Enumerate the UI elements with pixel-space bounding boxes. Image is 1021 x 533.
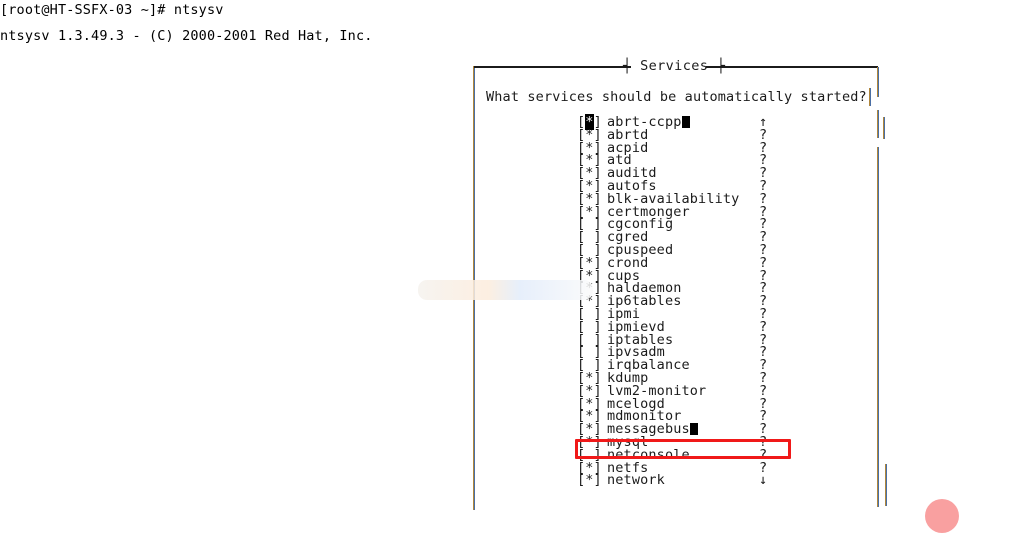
dialog-title-right-cap: ├	[716, 58, 726, 74]
terminal-prompt-line: [root@HT-SSFX-03 ~]# ntsysv	[0, 2, 224, 18]
dialog-border-top-left	[474, 66, 631, 68]
terminal-output: [root@HT-SSFX-03 ~]# ntsysv ntsysv 1.3.4…	[0, 0, 470, 44]
decoration-circle	[925, 499, 959, 533]
dialog-border-right-segment	[883, 117, 885, 139]
dialog-border-left	[473, 66, 475, 510]
ntsysv-services-dialog: ┤ Services ├ What services should be aut…	[473, 58, 887, 510]
dialog-border-right-segment	[877, 110, 879, 138]
dialog-border-right-segment	[877, 67, 879, 97]
service-name: network	[607, 472, 665, 489]
dialog-question-text: What services should be automatically st…	[486, 89, 867, 105]
dialog-border-right-segment	[877, 147, 879, 507]
scroll-down-arrow-icon[interactable]: ↓	[759, 474, 779, 487]
dialog-title-bar: ┤ Services ├	[623, 57, 725, 75]
service-list-scroll-indicators[interactable]: ↑??????????????????????????? ↓	[759, 115, 779, 487]
terminal-version-line: ntsysv 1.3.49.3 - (C) 2000-2001 Red Hat,…	[0, 28, 373, 44]
text-cursor-block	[681, 116, 690, 128]
dialog-border-top-right	[706, 66, 878, 68]
dialog-title-text: Services	[640, 58, 709, 74]
service-checkbox-checked[interactable]: [*]	[577, 474, 607, 487]
dialog-border-right-segment	[885, 464, 887, 506]
text-cursor-block	[689, 423, 698, 436]
dialog-question-right-border	[869, 88, 871, 106]
dialog-title-left-cap: ┤	[623, 58, 632, 74]
